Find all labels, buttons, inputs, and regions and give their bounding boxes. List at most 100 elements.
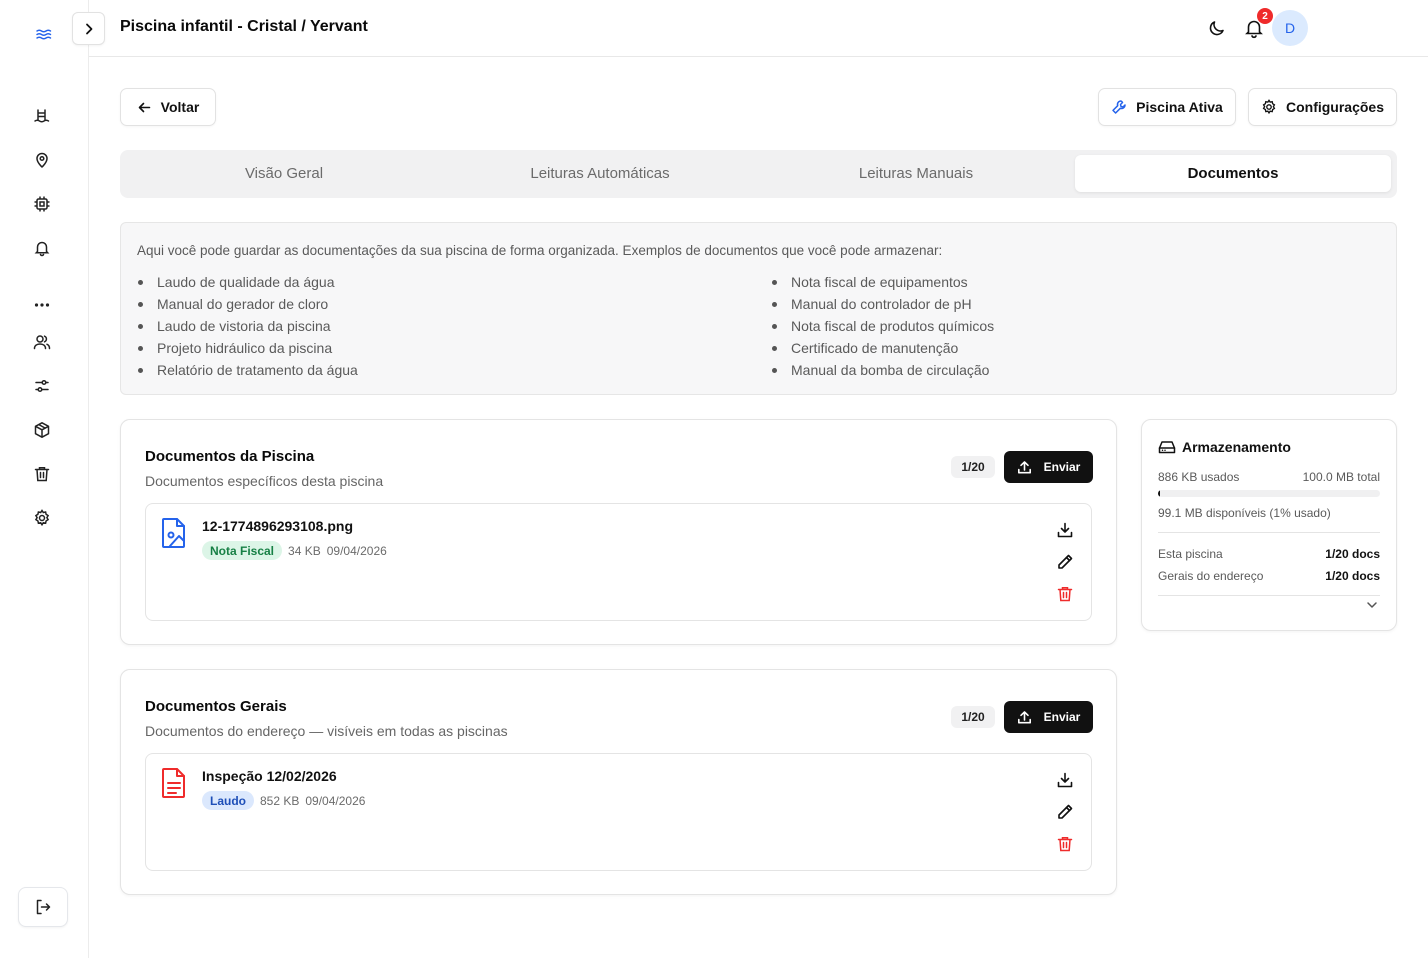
list-item: Manual da bomba de circulação bbox=[771, 359, 994, 381]
document-meta: Nota Fiscal 34 KB 09/04/2026 bbox=[202, 541, 387, 560]
list-item: Nota fiscal de produtos químicos bbox=[771, 315, 994, 337]
map-pin-icon[interactable] bbox=[32, 150, 52, 170]
notification-count-badge: 2 bbox=[1257, 8, 1273, 24]
download-icon[interactable] bbox=[1056, 521, 1074, 539]
tab-bar: Visão Geral Leituras Automáticas Leitura… bbox=[120, 150, 1397, 198]
page-title: Piscina infantil - Cristal / Yervant bbox=[120, 18, 368, 35]
text-file-icon bbox=[160, 767, 188, 799]
storage-card: Armazenamento 886 KB usados 100.0 MB tot… bbox=[1141, 419, 1397, 631]
settings-button[interactable]: Configurações bbox=[1248, 88, 1397, 126]
pool-ladder-icon[interactable] bbox=[32, 106, 52, 126]
pool-active-button[interactable]: Piscina Ativa bbox=[1098, 88, 1236, 126]
general-documents-count: 1/20 bbox=[951, 706, 995, 728]
info-text: Aqui você pode guardar as documentações … bbox=[137, 243, 943, 258]
storage-available-row: 99.1 MB disponíveis (1% usado) bbox=[1158, 506, 1380, 520]
top-header: Piscina infantil - Cristal / Yervant bbox=[72, 0, 1428, 57]
document-meta: Laudo 852 KB 09/04/2026 bbox=[202, 791, 365, 810]
general-upload-button[interactable]: Enviar bbox=[1004, 701, 1093, 733]
image-file-icon bbox=[160, 517, 188, 549]
pool-upload-label: Enviar bbox=[1043, 460, 1081, 474]
storage-pool-row: Esta piscina 1/20 docs bbox=[1158, 547, 1380, 561]
tab-automatic-readings[interactable]: Leituras Automáticas bbox=[442, 155, 758, 192]
delete-trash-icon[interactable] bbox=[1056, 585, 1074, 603]
storage-pool-value: 1/20 docs bbox=[1325, 547, 1380, 561]
general-documents-card: Documentos Gerais Documentos do endereço… bbox=[120, 669, 1117, 895]
settings-gear-icon[interactable] bbox=[32, 508, 52, 528]
logout-icon bbox=[36, 899, 51, 915]
upload-icon bbox=[1017, 460, 1031, 473]
sidebar-toggle-button[interactable] bbox=[72, 12, 105, 45]
storage-general-value: 1/20 docs bbox=[1325, 569, 1380, 583]
settings-button-label: Configurações bbox=[1285, 99, 1384, 115]
document-size: 852 KB bbox=[260, 793, 300, 808]
document-date: 09/04/2026 bbox=[305, 793, 366, 808]
pool-documents-count: 1/20 bbox=[951, 456, 995, 478]
pool-documents-title: Documentos da Piscina bbox=[145, 448, 315, 465]
delete-trash-icon[interactable] bbox=[1056, 835, 1074, 853]
list-item: Manual do gerador de cloro bbox=[137, 293, 358, 315]
download-icon[interactable] bbox=[1056, 771, 1074, 789]
gear-icon bbox=[1262, 99, 1276, 115]
list-item: Laudo de vistoria da piscina bbox=[137, 315, 358, 337]
tab-manual-readings[interactable]: Leituras Manuais bbox=[758, 155, 1074, 192]
pool-documents-subtitle: Documentos específicos desta piscina bbox=[145, 473, 384, 489]
general-documents-subtitle: Documentos do endereço — visíveis em tod… bbox=[145, 723, 508, 739]
bell-icon[interactable] bbox=[32, 238, 52, 258]
chevron-right-icon bbox=[85, 23, 92, 34]
storage-title: Armazenamento bbox=[1182, 439, 1291, 455]
list-item: Manual do controlador de pH bbox=[771, 293, 994, 315]
arrow-left-icon bbox=[138, 102, 150, 112]
back-button[interactable]: Voltar bbox=[120, 88, 216, 126]
storage-usage-row: 886 KB usados 100.0 MB total bbox=[1158, 470, 1380, 484]
more-dots-icon[interactable] bbox=[32, 295, 52, 315]
storage-general-row: Gerais do endereço 1/20 docs bbox=[1158, 569, 1380, 583]
upload-icon bbox=[1017, 710, 1031, 723]
storage-used: 886 KB usados bbox=[1158, 470, 1240, 484]
sidebar bbox=[0, 0, 89, 958]
storage-available: 99.1 MB disponíveis (1% usado) bbox=[1158, 506, 1331, 520]
storage-total: 100.0 MB total bbox=[1302, 470, 1380, 484]
pool-documents-card: Documentos da Piscina Documentos específ… bbox=[120, 419, 1117, 645]
documents-info-box: Aqui você pode guardar as documentações … bbox=[120, 222, 1397, 395]
back-button-label: Voltar bbox=[160, 99, 200, 115]
tab-overview[interactable]: Visão Geral bbox=[126, 155, 442, 192]
storage-progress-bar bbox=[1158, 490, 1380, 497]
user-avatar[interactable]: D bbox=[1272, 10, 1308, 46]
logout-button[interactable] bbox=[18, 887, 68, 927]
document-date: 09/04/2026 bbox=[326, 543, 387, 558]
list-item: Relatório de tratamento da água bbox=[137, 359, 358, 381]
list-item: Projeto hidráulico da piscina bbox=[137, 337, 358, 359]
document-item[interactable]: 12-1774896293108.png Nota Fiscal 34 KB 0… bbox=[145, 503, 1092, 621]
document-size: 34 KB bbox=[288, 543, 321, 558]
document-name: Inspeção 12/02/2026 bbox=[202, 768, 337, 784]
edit-pencil-icon[interactable] bbox=[1056, 553, 1074, 571]
package-icon[interactable] bbox=[32, 420, 52, 440]
list-item: Laudo de qualidade da água bbox=[137, 271, 358, 293]
sliders-icon[interactable] bbox=[32, 376, 52, 396]
storage-general-label: Gerais do endereço bbox=[1158, 569, 1264, 583]
divider bbox=[1158, 532, 1380, 533]
storage-pool-label: Esta piscina bbox=[1158, 547, 1223, 561]
wrench-icon bbox=[1112, 100, 1126, 114]
waves-logo-icon[interactable] bbox=[34, 24, 54, 44]
dark-mode-moon-icon[interactable] bbox=[1207, 18, 1227, 38]
info-list-right: Nota fiscal de equipamentos Manual do co… bbox=[771, 271, 994, 381]
document-category-tag: Nota Fiscal bbox=[202, 541, 283, 560]
chevron-down-icon[interactable] bbox=[1365, 598, 1379, 612]
document-item[interactable]: Inspeção 12/02/2026 Laudo 852 KB 09/04/2… bbox=[145, 753, 1092, 871]
hard-drive-icon bbox=[1158, 438, 1176, 456]
document-name: 12-1774896293108.png bbox=[202, 518, 353, 534]
pool-active-label: Piscina Ativa bbox=[1136, 99, 1223, 115]
list-item: Certificado de manutenção bbox=[771, 337, 994, 359]
storage-progress-fill bbox=[1158, 490, 1161, 497]
cpu-chip-icon[interactable] bbox=[32, 194, 52, 214]
pool-upload-button[interactable]: Enviar bbox=[1004, 451, 1093, 483]
trash-icon[interactable] bbox=[32, 464, 52, 484]
general-upload-label: Enviar bbox=[1043, 710, 1081, 724]
edit-pencil-icon[interactable] bbox=[1056, 803, 1074, 821]
info-list-left: Laudo de qualidade da água Manual do ger… bbox=[137, 271, 358, 381]
users-icon[interactable] bbox=[32, 332, 52, 352]
document-category-tag: Laudo bbox=[202, 791, 254, 810]
tab-documents[interactable]: Documentos bbox=[1075, 155, 1391, 192]
list-item: Nota fiscal de equipamentos bbox=[771, 271, 994, 293]
